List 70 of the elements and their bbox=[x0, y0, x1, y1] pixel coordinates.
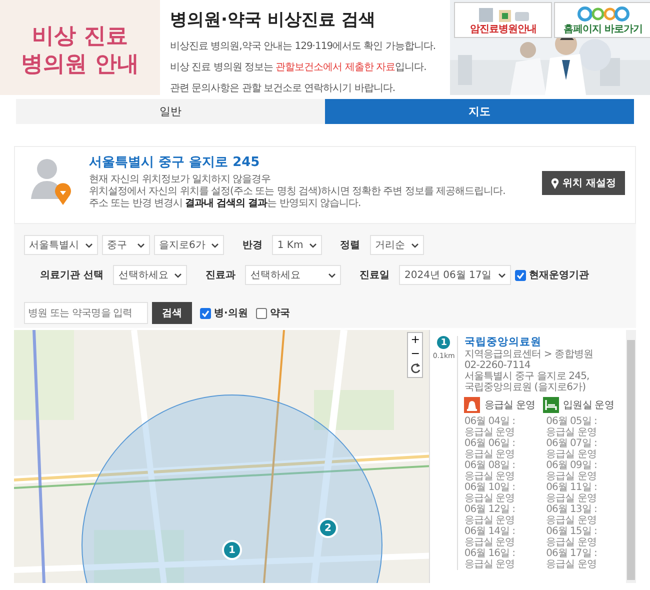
logo-text: 비상 진료 bbox=[32, 22, 128, 50]
field-label: 정렬 bbox=[340, 239, 360, 252]
banner-link[interactable]: 홈페이지 바로가기 bbox=[554, 2, 650, 38]
info-text: 현재 자신의 위치정보가 일치하지 않을경우 bbox=[89, 174, 272, 186]
field-label: 진료과 bbox=[205, 269, 236, 282]
chevron-icon bbox=[309, 242, 318, 248]
category-text: 지역응급의료센터 > 종합병원 bbox=[464, 349, 594, 360]
address-text: 서울특별시 중구 을지로 245, 국립중앙의료원 (을지로6가) bbox=[464, 371, 590, 393]
schedule-text: 06월 17일 : 응급실 운영 bbox=[546, 548, 598, 570]
schedule-text: 06월 09일 : 응급실 운영 bbox=[546, 460, 598, 482]
search-button[interactable]: 검색 bbox=[152, 302, 192, 324]
info-text: 위치설정에서 자신의 위치를 설정(주소 또는 명칭 검색)하시면 정확한 주변 정보를 제공해드립니다. bbox=[89, 186, 506, 198]
schedule-text: 06월 14일 : 응급실 운영 bbox=[464, 526, 516, 548]
address-text: 서울특별시 중구 을지로 245 bbox=[89, 154, 261, 171]
facility-label: 입원실 운영 bbox=[563, 399, 614, 412]
schedule-text: 06월 15일 : 응급실 운영 bbox=[546, 526, 598, 548]
scrollbar[interactable] bbox=[626, 330, 636, 583]
dropdown[interactable]: 1 Km bbox=[272, 235, 322, 255]
schedule-text: 06월 06일 : 응급실 운영 bbox=[464, 438, 516, 460]
dropdown[interactable]: 선택하세요 bbox=[113, 265, 188, 285]
refresh-icon[interactable] bbox=[408, 362, 422, 375]
dropdown[interactable]: 선택하세요 bbox=[245, 265, 342, 285]
siren-icon bbox=[464, 397, 480, 413]
chevron-icon bbox=[411, 242, 420, 248]
checkbox-label: 약국 bbox=[270, 307, 290, 320]
chevron-icon bbox=[211, 242, 220, 248]
chevron-icon bbox=[174, 272, 182, 278]
search-field[interactable]: 병원 또는 약국명을 입력 bbox=[24, 302, 148, 324]
chevron-icon bbox=[137, 242, 145, 248]
info-text: 주소 또는 반경 변경시 결과내 검색의 결과는 반영되지 않습니다. bbox=[89, 198, 362, 210]
dropdown[interactable]: 을지로6가 bbox=[154, 235, 224, 255]
schedule-text: 06월 10일 : 응급실 운영 bbox=[464, 482, 516, 504]
schedule-text: 06월 07일 : 응급실 운영 bbox=[546, 438, 598, 460]
logo-text: 병의원 안내 bbox=[21, 50, 139, 78]
notice-text: 비상 진료 병의원 정보는 관할보건소에서 제출한 자료입니다. bbox=[170, 61, 428, 74]
checkbox[interactable] bbox=[200, 308, 211, 318]
schedule-text: 06월 16일 : 응급실 운영 bbox=[464, 548, 516, 570]
hospital-name-link[interactable]: 국립중앙의료원 bbox=[464, 336, 626, 349]
notice-text: 관련 문의사항은 관할 보건소로 연락하시기 바랍니다. bbox=[170, 82, 396, 95]
field-label: 의료기관 선택 bbox=[40, 269, 104, 282]
bed-icon bbox=[543, 397, 560, 413]
checkbox[interactable] bbox=[514, 270, 526, 280]
reset-location-button[interactable]: 위치 재설정 bbox=[542, 171, 625, 195]
dropdown[interactable]: 중구 bbox=[102, 235, 150, 255]
tab[interactable]: 지도 bbox=[325, 99, 634, 124]
dropdown[interactable]: 거리순 bbox=[370, 235, 424, 255]
dropdown[interactable]: 2024년 06월 17일 bbox=[399, 265, 511, 285]
schedule-text: 06월 12일 : 응급실 운영 bbox=[464, 504, 516, 526]
schedule-text: 06월 08일 : 응급실 운영 bbox=[464, 460, 516, 482]
field-label: 진료일 bbox=[359, 269, 390, 282]
banner-link[interactable]: 암진료병원안내 bbox=[454, 2, 552, 38]
schedule-text: 06월 05일 : 응급실 운영 bbox=[546, 416, 598, 438]
chevron-icon bbox=[328, 272, 336, 278]
checkbox-label: 병·의원 bbox=[214, 307, 248, 320]
notice-text: 비상진료 병의원,약국 안내는 129·119에서도 확인 가능합니다. bbox=[170, 40, 437, 53]
phone-text: 02-2260-7114 bbox=[464, 360, 532, 371]
checkbox[interactable] bbox=[256, 308, 267, 318]
field-label: 반경 bbox=[242, 239, 262, 252]
schedule-text: 06월 11일 : 응급실 운영 bbox=[546, 482, 598, 504]
checkbox-label: 현재운영기관 bbox=[528, 269, 589, 282]
chevron-icon bbox=[498, 272, 506, 278]
chevron-icon bbox=[85, 242, 93, 248]
tab[interactable]: 일반 bbox=[16, 99, 325, 124]
number-badge: 1 bbox=[437, 336, 450, 349]
pin-icon bbox=[550, 178, 559, 188]
schedule-text: 06월 13일 : 응급실 운영 bbox=[546, 504, 598, 526]
dropdown[interactable]: 서울특별시 bbox=[24, 235, 98, 255]
facility-label: 응급실 운영 bbox=[484, 399, 536, 412]
schedule-text: 06월 04일 : 응급실 운영 bbox=[464, 416, 516, 438]
page-title: 병의원·약국 비상진료 검색 bbox=[170, 9, 376, 31]
